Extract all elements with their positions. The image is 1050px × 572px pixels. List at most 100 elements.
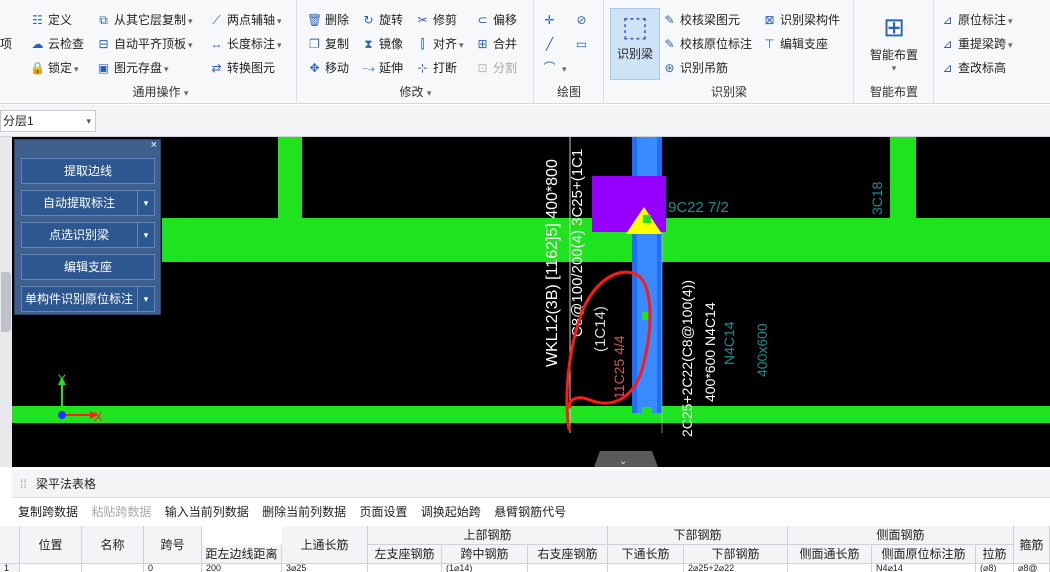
chevron-down-icon[interactable]: ▾ <box>137 190 155 216</box>
group-header-bottom-rebar: 下部钢筋 <box>608 526 788 545</box>
auto-align-slab-button[interactable]: ⊟ 自动平齐顶板 ▾ <box>96 34 192 54</box>
collapse-handle[interactable] <box>1 272 11 332</box>
col-header[interactable]: 距左边线距离 <box>202 545 282 564</box>
table-cell[interactable] <box>528 564 608 572</box>
table-cell[interactable]: (1⌀14) <box>442 564 528 572</box>
col-header[interactable]: 拉筋 <box>976 545 1014 564</box>
col-header[interactable]: 下通长筋 <box>608 545 684 564</box>
table-cell[interactable]: ⌀8@ <box>1014 564 1050 572</box>
extend-button[interactable]: ⤍ 延伸 <box>361 58 403 78</box>
ribbon-cut-label: 项 <box>0 37 13 51</box>
copy-from-layer-button[interactable]: ⧉ 从其它层复制 ▾ <box>96 10 192 30</box>
table-cell[interactable] <box>608 564 684 572</box>
group-annotation: ⊿ 原位标注 ▾ ⊿ 重提梁跨 ▾ ⊿ 查改标高 <box>934 0 1050 104</box>
two-point-axis-button[interactable]: ⟋ 两点辅轴 ▾ <box>209 10 281 30</box>
rotate-point-button[interactable]: ⊘ <box>574 10 592 30</box>
page-setup-button[interactable]: 页面设置 <box>359 501 407 523</box>
reextract-span-button[interactable]: ⊿ 重提梁跨 ▾ <box>940 34 1013 54</box>
single-component-annotation-button[interactable]: 单构件识别原位标注 ▾ <box>21 286 155 312</box>
layer-select[interactable]: 分层1 ▾ <box>0 110 96 132</box>
check-elevation-button[interactable]: ⊿ 查改标高 <box>940 58 1006 78</box>
delete-column-data-button[interactable]: 删除当前列数据 <box>262 501 346 523</box>
trim-button[interactable]: ✂ 修剪 <box>415 10 457 30</box>
table-cell[interactable] <box>368 564 442 572</box>
merge-button[interactable]: ⊞ 合并 <box>475 34 517 54</box>
grip-point[interactable] <box>642 312 648 320</box>
col-header[interactable]: 下部钢筋 <box>684 545 788 564</box>
split-button[interactable]: ⊡ 分割 <box>475 58 517 78</box>
table-cell[interactable]: 2⌀25+2⌀22 <box>684 564 788 572</box>
recognize-beam-button[interactable]: ⬚ 识别梁 <box>610 8 660 80</box>
col-header[interactable]: 右支座钢筋 <box>528 545 608 564</box>
recognize-beam-icon: ⬚ <box>621 11 649 42</box>
input-column-data-button[interactable]: 输入当前列数据 <box>165 501 249 523</box>
col-header[interactable]: 跨中钢筋 <box>442 545 528 564</box>
beam-vertical-right[interactable] <box>890 137 916 218</box>
table-toolbar: 复制跨数据 粘贴跨数据 输入当前列数据 删除当前列数据 页面设置 调换起始跨 悬… <box>12 501 1050 523</box>
save-element-icon: ▣ <box>97 61 110 75</box>
close-icon[interactable]: × <box>151 139 157 151</box>
chevron-down-icon[interactable]: ▾ <box>137 286 155 312</box>
beam-vertical-left[interactable] <box>278 137 302 218</box>
table-cell[interactable]: 0 <box>144 564 202 572</box>
paste-span-data-button[interactable]: 粘贴跨数据 <box>91 501 151 523</box>
smart-layout-button[interactable]: ⊞ 智能布置 ▾ <box>858 8 930 80</box>
align-button[interactable]: ⫿ 对齐 ▾ <box>415 34 464 54</box>
offset-button[interactable]: ⊂ 偏移 <box>475 10 517 30</box>
copy-button[interactable]: ❐ 复制 <box>307 34 349 54</box>
col-header[interactable]: 上通长筋 <box>282 526 368 564</box>
auto-extract-annotation-button[interactable]: 自动提取标注 ▾ <box>21 190 155 216</box>
grip-point[interactable] <box>642 407 652 415</box>
line-draw-button[interactable]: ╱ <box>542 34 560 54</box>
inplace-annotation-button[interactable]: ⊿ 原位标注 ▾ <box>940 10 1012 30</box>
check-annotation-icon: ✎ <box>664 37 675 51</box>
table-cell[interactable] <box>20 564 82 572</box>
edit-support-button[interactable]: ⊤ 编辑支座 <box>762 34 828 54</box>
right-rebar-text: 9C22 7/2 <box>668 199 729 216</box>
col-header[interactable]: 位置 <box>20 526 82 564</box>
drag-handle-icon[interactable]: ⁞⁞ <box>20 477 27 491</box>
offset-icon: ⊂ <box>477 13 488 27</box>
rect-draw-button[interactable]: ▭ <box>574 34 592 54</box>
drawing-canvas[interactable]: WKL12(3B) [1162]5] 400*800 C8@100/200(4)… <box>12 137 1050 467</box>
chevron-down-icon: ▾ <box>1008 40 1013 50</box>
edit-support-panel-button[interactable]: 编辑支座 <box>21 254 155 280</box>
check-inplace-annotation-button[interactable]: ✎ 校核原位标注 <box>662 34 752 54</box>
cantilever-code-button[interactable]: 悬臂钢筋代号 <box>494 501 566 523</box>
break-button[interactable]: ⊹ 打断 <box>415 58 457 78</box>
delete-button[interactable]: 🗑 删除 <box>307 10 349 30</box>
table-cell[interactable]: 3⌀25 <box>282 564 368 572</box>
move-button[interactable]: ✥ 移动 <box>307 58 349 78</box>
convert-element-button[interactable]: ⇄ 转换图元 <box>209 58 275 78</box>
mirror-button[interactable]: ⧗ 镜像 <box>361 34 403 54</box>
col-header[interactable]: 跨号 <box>144 526 202 564</box>
check-beam-element-button[interactable]: ✎ 校核梁图元 <box>662 10 740 30</box>
length-dim-button[interactable]: ↔ 长度标注 ▾ <box>209 34 282 54</box>
extract-edge-button[interactable]: 提取边线 <box>21 158 155 184</box>
lock-button[interactable]: 🔒 锁定 ▾ <box>30 58 79 78</box>
col-header[interactable]: 箍筋 <box>1014 526 1050 564</box>
col-header[interactable]: 侧面原位标注筋 <box>872 545 976 564</box>
col-header[interactable]: 侧面通长筋 <box>788 545 872 564</box>
table-cell[interactable]: N4⌀14 <box>872 564 976 572</box>
copy-span-data-button[interactable]: 复制跨数据 <box>18 501 78 523</box>
col-header[interactable]: 名称 <box>82 526 144 564</box>
cloud-check-button[interactable]: ☁ 云检查 <box>30 34 85 54</box>
point-draw-button[interactable]: ✛ <box>542 10 560 30</box>
recognize-beam-component-button[interactable]: ⊠ 识别梁构件 <box>762 10 840 30</box>
table-cell[interactable]: 200 <box>202 564 282 572</box>
chevron-down-icon[interactable]: ▾ <box>137 222 155 248</box>
table-cell[interactable] <box>82 564 144 572</box>
table-cell[interactable]: (⌀8) <box>976 564 1014 572</box>
table-cell[interactable] <box>788 564 872 572</box>
swap-start-span-button[interactable]: 调换起始跨 <box>421 501 481 523</box>
col-header[interactable]: 左支座钢筋 <box>368 545 442 564</box>
recognize-hanger-button[interactable]: ⊛ 识别吊筋 <box>662 58 728 78</box>
define-button[interactable]: ☷ 定义 <box>30 10 72 30</box>
arc-draw-button[interactable]: ⌒ ▾ <box>542 58 566 78</box>
point-recognize-beam-button[interactable]: 点选识别梁 ▾ <box>21 222 155 248</box>
group-label-general: 通用操作 ▾ <box>132 85 189 99</box>
rotate-button[interactable]: ↻ 旋转 <box>361 10 403 30</box>
save-element-button[interactable]: ▣ 图元存盘 ▾ <box>96 58 169 78</box>
beam-horizontal-bottom[interactable] <box>12 406 1050 423</box>
